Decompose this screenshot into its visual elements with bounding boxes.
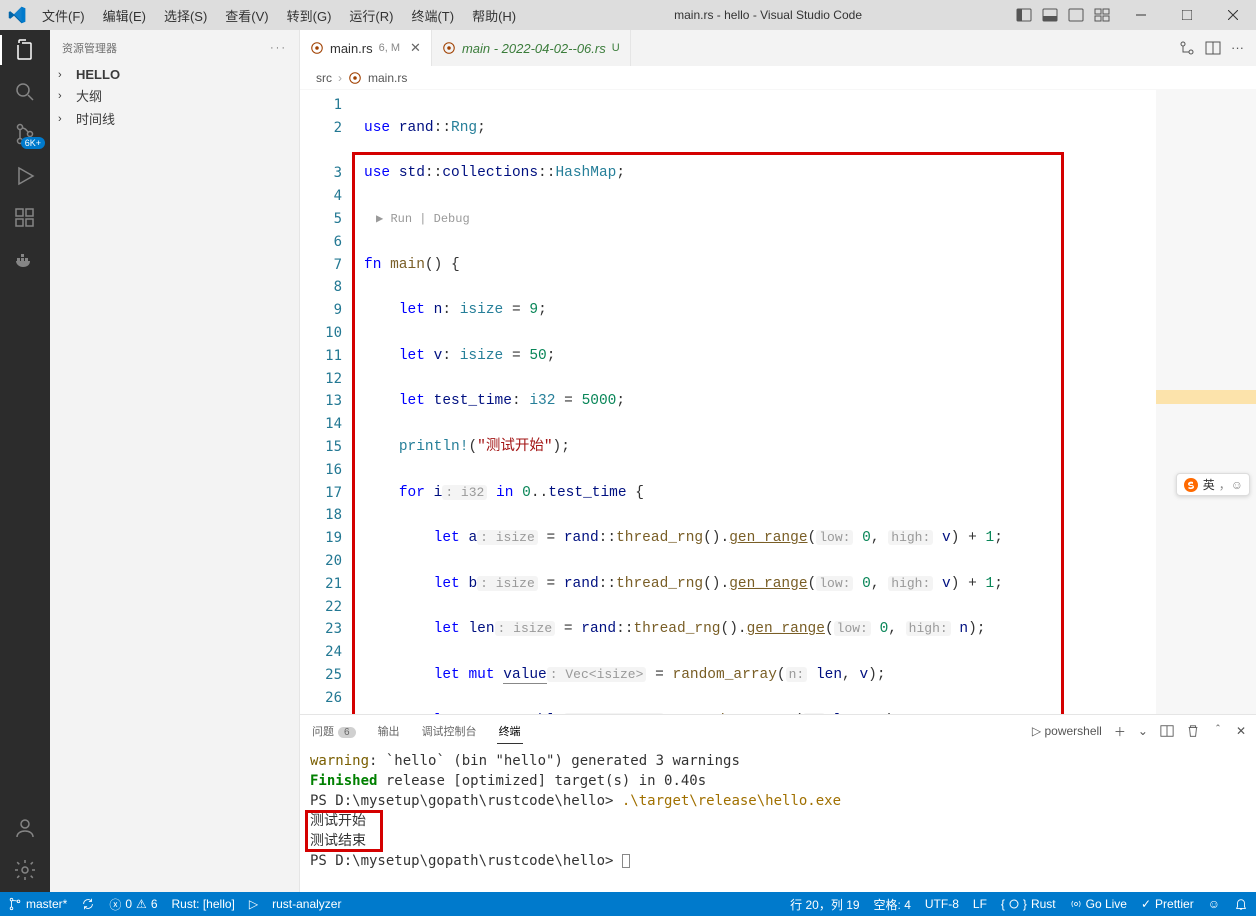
status-sync[interactable]	[81, 897, 95, 911]
breadcrumb-src[interactable]: src	[316, 71, 332, 85]
toggle-secondary-sidebar-icon[interactable]	[1064, 3, 1088, 27]
menubar[interactable]: 文件(F) 编辑(E) 选择(S) 查看(V) 转到(G) 运行(R) 终端(T…	[34, 2, 524, 29]
menu-select[interactable]: 选择(S)	[156, 2, 215, 29]
status-encoding[interactable]: UTF-8	[925, 897, 959, 911]
status-rust-analyzer-run[interactable]: ▷	[249, 897, 258, 911]
titlebar: 文件(F) 编辑(E) 选择(S) 查看(V) 转到(G) 运行(R) 终端(T…	[0, 0, 1256, 30]
status-feedback-icon[interactable]: ☺	[1208, 897, 1220, 911]
window-controls	[1118, 0, 1256, 30]
toggle-primary-sidebar-icon[interactable]	[1012, 3, 1036, 27]
tab-git-status: U	[612, 42, 620, 54]
ime-label: 英	[1203, 476, 1215, 493]
status-cursor-position[interactable]: 行 20，列 19	[790, 896, 859, 913]
statusbar: master* ⓧ 0 ⚠ 6 Rust: [hello] ▷ rust-ana…	[0, 892, 1256, 916]
panel-close-icon[interactable]: ✕	[1236, 724, 1246, 738]
panel-tab-problems[interactable]: 问题6	[310, 719, 358, 743]
tab-main-rs[interactable]: main.rs 6, M ✕	[300, 30, 432, 66]
status-indentation[interactable]: 空格: 4	[874, 896, 911, 913]
minimap[interactable]	[1156, 90, 1256, 714]
ime-indicator[interactable]: 英 ，☺	[1176, 473, 1250, 496]
status-language[interactable]: {} Rust	[1001, 897, 1056, 911]
panel-tab-terminal[interactable]: 终端	[497, 719, 523, 744]
menu-run[interactable]: 运行(R)	[341, 2, 401, 29]
toggle-panel-icon[interactable]	[1038, 3, 1062, 27]
menu-edit[interactable]: 编辑(E)	[95, 2, 154, 29]
status-rust-analyzer[interactable]: rust-analyzer	[272, 897, 341, 911]
settings-gear-icon[interactable]	[13, 858, 37, 882]
status-notifications-icon[interactable]	[1234, 897, 1248, 911]
terminal-content[interactable]: warning: `hello` (bin "hello") generated…	[300, 747, 1256, 892]
editor-tabs: main.rs 6, M ✕ main - 2022-04-02--06.rs …	[300, 30, 1256, 66]
sidebar: 资源管理器 ··· ›HELLO ›大纲 ›时间线	[50, 30, 300, 892]
main-area: 6K+ 资源管理器 ··· ›HELLO ›大纲 ›时间线 main.rs 6,…	[0, 30, 1256, 892]
breadcrumb-file[interactable]: main.rs	[368, 71, 407, 85]
status-errors[interactable]: ⓧ 0 ⚠ 6	[109, 896, 157, 913]
maximize-button[interactable]	[1164, 0, 1210, 30]
activity-bar: 6K+	[0, 30, 50, 892]
split-terminal-icon[interactable]	[1160, 724, 1174, 738]
tab-label: main - 2022-04-02--06.rs	[462, 41, 606, 56]
tab-close-icon[interactable]: ✕	[410, 40, 421, 56]
source-control-icon[interactable]: 6K+	[13, 122, 37, 146]
split-editor-icon[interactable]	[1205, 40, 1221, 56]
status-prettier[interactable]: ✓ Prettier	[1141, 897, 1194, 911]
vscode-logo	[8, 6, 26, 24]
scm-badge: 6K+	[21, 137, 45, 149]
explorer-icon[interactable]	[13, 38, 37, 62]
menu-go[interactable]: 转到(G)	[279, 2, 340, 29]
layout-controls	[1012, 3, 1118, 27]
status-rust-project[interactable]: Rust: [hello]	[172, 897, 235, 911]
menu-terminal[interactable]: 终端(T)	[403, 2, 462, 29]
window-title: main.rs - hello - Visual Studio Code	[524, 8, 1012, 22]
tree-outline[interactable]: ›大纲	[50, 84, 299, 107]
terminal-dropdown-icon[interactable]: ⌄	[1138, 724, 1148, 738]
terminal-profile[interactable]: ▷ powershell	[1032, 724, 1102, 738]
editor-actions: ···	[1179, 40, 1256, 56]
new-terminal-icon[interactable]: ＋	[1114, 723, 1126, 740]
minimize-button[interactable]	[1118, 0, 1164, 30]
editor-area: main.rs 6, M ✕ main - 2022-04-02--06.rs …	[300, 30, 1256, 892]
rust-file-icon	[442, 41, 456, 55]
search-icon[interactable]	[13, 80, 37, 104]
panel-tab-debug[interactable]: 调试控制台	[420, 719, 479, 743]
status-eol[interactable]: LF	[973, 897, 987, 911]
accounts-icon[interactable]	[13, 816, 37, 840]
status-branch[interactable]: master*	[8, 897, 67, 911]
tree-folder-hello[interactable]: ›HELLO	[50, 65, 299, 84]
menu-file[interactable]: 文件(F)	[34, 2, 93, 29]
panel: 问题6 输出 调试控制台 终端 ▷ powershell ＋ ⌄ ＾ ✕ war…	[300, 714, 1256, 892]
sogou-icon	[1183, 477, 1199, 493]
sidebar-title: 资源管理器	[62, 40, 117, 56]
kill-terminal-icon[interactable]	[1186, 724, 1200, 738]
rust-file-icon	[310, 41, 324, 55]
tree-timeline[interactable]: ›时间线	[50, 107, 299, 130]
panel-tab-output[interactable]: 输出	[376, 719, 402, 743]
run-debug-icon[interactable]	[13, 164, 37, 188]
sidebar-more-icon[interactable]: ···	[270, 42, 287, 54]
editor-body[interactable]: 1234567891011121314151617181920212223242…	[300, 90, 1256, 714]
line-gutter: 1234567891011121314151617181920212223242…	[300, 90, 356, 714]
panel-maximize-icon[interactable]: ＾	[1212, 723, 1224, 740]
tab-git-marks: 6, M	[379, 42, 400, 54]
menu-view[interactable]: 查看(V)	[217, 2, 276, 29]
more-actions-icon[interactable]: ···	[1231, 40, 1244, 56]
sidebar-header: 资源管理器 ···	[50, 30, 299, 65]
code-content[interactable]: use rand::Rng; use std::collections::Has…	[356, 90, 1156, 714]
close-button[interactable]	[1210, 0, 1256, 30]
panel-tabs: 问题6 输出 调试控制台 终端 ▷ powershell ＋ ⌄ ＾ ✕	[300, 715, 1256, 747]
menu-help[interactable]: 帮助(H)	[464, 2, 524, 29]
docker-icon[interactable]	[13, 248, 37, 272]
compare-changes-icon[interactable]	[1179, 40, 1195, 56]
ime-more-icon[interactable]: ，☺	[1219, 476, 1243, 493]
rust-file-icon	[348, 71, 362, 85]
status-go-live[interactable]: Go Live	[1070, 897, 1127, 911]
tab-label: main.rs	[330, 41, 373, 56]
breadcrumbs[interactable]: src › main.rs	[300, 66, 1256, 90]
tab-main-snapshot[interactable]: main - 2022-04-02--06.rs U	[432, 30, 631, 66]
customize-layout-icon[interactable]	[1090, 3, 1114, 27]
extensions-icon[interactable]	[13, 206, 37, 230]
